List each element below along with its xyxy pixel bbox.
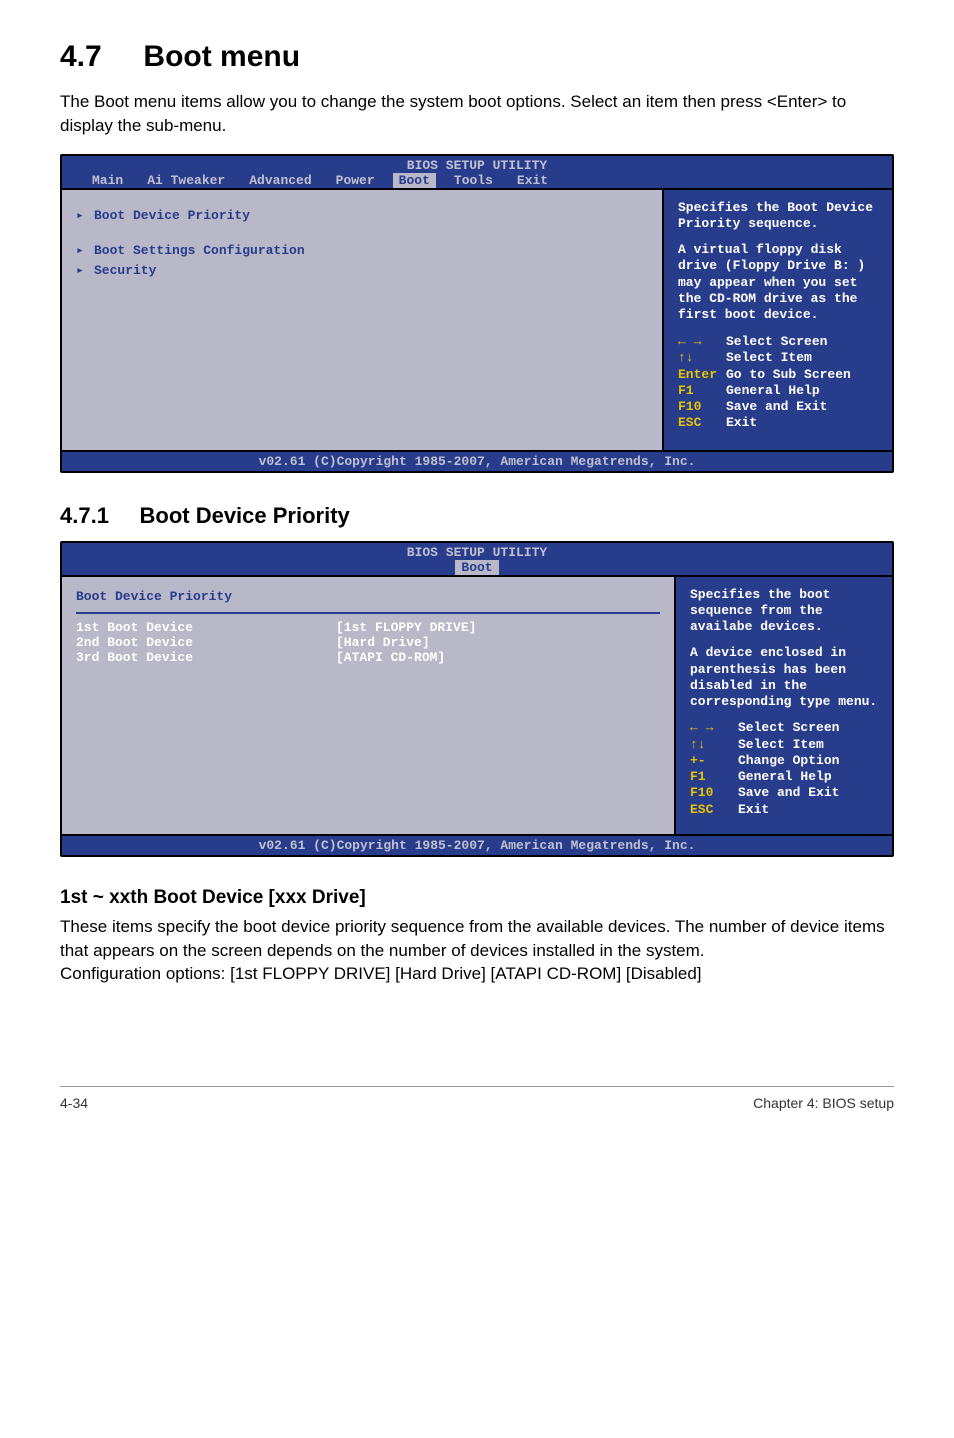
tab-power[interactable]: Power	[330, 173, 381, 188]
section-name: Boot menu	[143, 40, 300, 73]
key-arrows-h: ← →	[678, 334, 726, 350]
key-arrows-v: ↑↓	[690, 737, 738, 753]
menu-item-security[interactable]: ▸ Security	[76, 261, 648, 281]
help-text-2: A virtual floppy disk drive (Floppy Driv…	[678, 242, 882, 323]
chapter-label: Chapter 4: BIOS setup	[753, 1095, 894, 1111]
divider	[76, 612, 660, 614]
key-esc: ESC	[690, 802, 738, 818]
bios-tabs: Main Ai Tweaker Advanced Power Boot Tool…	[62, 173, 892, 188]
key-arrows-v: ↑↓	[678, 350, 726, 366]
field-desc-1: These items specify the boot device prio…	[60, 915, 894, 963]
bios-screen-boot-menu: BIOS SETUP UTILITY Main Ai Tweaker Advan…	[60, 154, 894, 473]
tab-ai-tweaker[interactable]: Ai Tweaker	[141, 173, 231, 188]
bios-left-panel: ▸ Boot Device Priority ▸ Boot Settings C…	[62, 190, 662, 450]
tab-boot[interactable]: Boot	[455, 560, 498, 575]
key-f10: F10	[678, 399, 726, 415]
key-plusminus: +-	[690, 753, 738, 769]
page-number: 4-34	[60, 1095, 88, 1111]
tab-main[interactable]: Main	[86, 173, 129, 188]
bios-controls: ← →Select Screen ↑↓Select Item +-Change …	[690, 720, 882, 824]
bios-header: BIOS SETUP UTILITY	[62, 156, 892, 173]
submenu-arrow-icon: ▸	[76, 261, 94, 281]
bios-controls: ← →Select Screen ↑↓Select Item EnterGo t…	[678, 334, 882, 440]
bios-help-panel: Specifies the boot sequence from the ava…	[674, 577, 892, 834]
key-f10: F10	[690, 785, 738, 801]
key-arrows-h: ← →	[690, 720, 738, 736]
bios-left-panel: Boot Device Priority 1st Boot Device [1s…	[62, 577, 674, 834]
key-enter: Enter	[678, 367, 726, 383]
page-footer: 4-34 Chapter 4: BIOS setup	[60, 1086, 894, 1111]
key-esc: ESC	[678, 415, 726, 431]
subsection-name: Boot Device Priority	[140, 503, 350, 528]
bios-footer: v02.61 (C)Copyright 1985-2007, American …	[62, 834, 892, 855]
submenu-arrow-icon: ▸	[76, 241, 94, 261]
submenu-arrow-icon: ▸	[76, 206, 94, 226]
panel-title: Boot Device Priority	[76, 587, 660, 607]
boot-device-3[interactable]: 3rd Boot Device [ATAPI CD-ROM]	[76, 650, 660, 665]
key-f1: F1	[678, 383, 726, 399]
boot-device-2[interactable]: 2nd Boot Device [Hard Drive]	[76, 635, 660, 650]
bios-help-panel: Specifies the Boot Device Priority seque…	[662, 190, 892, 450]
bios-screen-boot-priority: BIOS SETUP UTILITY Boot Boot Device Prio…	[60, 541, 894, 857]
bios-header: BIOS SETUP UTILITY	[62, 543, 892, 560]
boot-device-1[interactable]: 1st Boot Device [1st FLOPPY DRIVE]	[76, 620, 660, 635]
subsection-title: 4.7.1 Boot Device Priority	[60, 503, 894, 529]
help-text-2: A device enclosed in parenthesis has bee…	[690, 645, 882, 710]
menu-item-boot-priority[interactable]: ▸ Boot Device Priority	[76, 206, 648, 226]
field-title: 1st ~ xxth Boot Device [xxx Drive]	[60, 887, 894, 909]
section-intro: The Boot menu items allow you to change …	[60, 90, 894, 138]
section-title: 4.7 Boot menu	[60, 40, 894, 74]
key-f1: F1	[690, 769, 738, 785]
field-desc-2: Configuration options: [1st FLOPPY DRIVE…	[60, 962, 894, 986]
tab-boot[interactable]: Boot	[393, 173, 436, 188]
help-text-1: Specifies the Boot Device Priority seque…	[678, 200, 882, 233]
tab-exit[interactable]: Exit	[511, 173, 554, 188]
subsection-number: 4.7.1	[60, 503, 109, 528]
bios-footer: v02.61 (C)Copyright 1985-2007, American …	[62, 450, 892, 471]
help-text-1: Specifies the boot sequence from the ava…	[690, 587, 882, 636]
section-number: 4.7	[60, 40, 102, 73]
menu-item-boot-settings[interactable]: ▸ Boot Settings Configuration	[76, 241, 648, 261]
tab-tools[interactable]: Tools	[448, 173, 499, 188]
tab-advanced[interactable]: Advanced	[243, 173, 317, 188]
